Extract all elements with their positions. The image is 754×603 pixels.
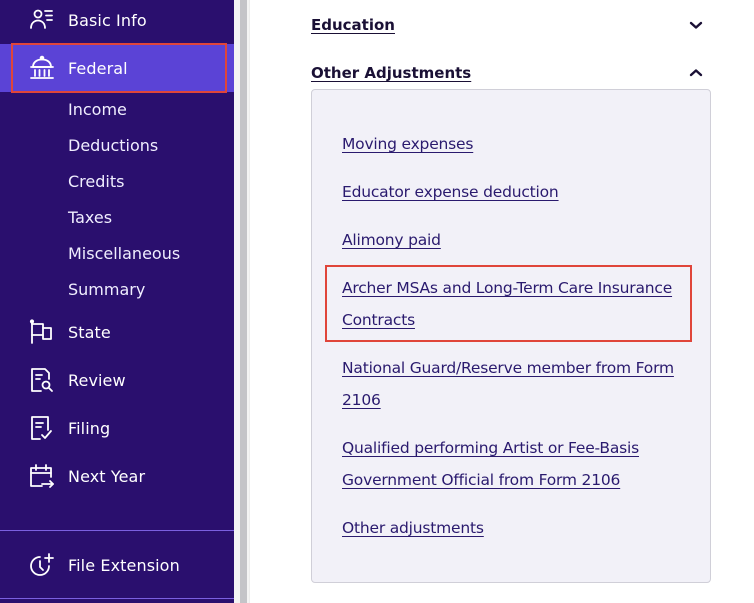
sidebar-item-label: Next Year <box>68 466 146 486</box>
sidebar-item-file-extension[interactable]: File Extension <box>0 541 234 589</box>
section-title: Other Adjustments <box>311 64 472 82</box>
capitol-building-icon <box>30 55 54 79</box>
link-other-adjustments[interactable]: Other adjustments <box>342 512 687 544</box>
sidebar-item-next-year[interactable]: Next Year <box>0 452 234 500</box>
sidebar-item-label: Filing <box>68 418 111 438</box>
sidebar-item-review[interactable]: Review <box>0 356 234 404</box>
section-header-education[interactable]: Education <box>311 10 706 40</box>
section-header-other-adjustments[interactable]: Other Adjustments <box>311 58 706 88</box>
link-archer-msas-ltc-insurance[interactable]: Archer MSAs and Long-Term Care Insurance… <box>342 272 687 336</box>
chevron-up-icon[interactable] <box>688 65 704 81</box>
document-search-icon <box>31 368 53 392</box>
sidebar-subitem-miscellaneous[interactable]: Miscellaneous <box>68 244 180 263</box>
link-moving-expenses[interactable]: Moving expenses <box>342 128 687 160</box>
scrollbar-thumb[interactable] <box>240 0 247 603</box>
sidebar-item-label: File Extension <box>68 555 180 575</box>
document-check-icon <box>31 416 52 440</box>
scrollbar-edge <box>249 0 250 603</box>
sidebar-subitem-taxes[interactable]: Taxes <box>68 208 112 227</box>
clock-plus-icon <box>30 553 54 576</box>
sidebar-item-label: State <box>68 322 111 342</box>
calendar-arrow-icon <box>30 464 54 488</box>
sidebar-item-state[interactable]: State <box>0 308 234 356</box>
sidebar-subitem-summary[interactable]: Summary <box>68 280 145 299</box>
link-educator-expense-deduction[interactable]: Educator expense deduction <box>342 176 687 208</box>
sidebar-divider <box>0 530 234 531</box>
sidebar-nav: Basic Info Federal Income Deductions Cre… <box>0 0 234 603</box>
flag-icon <box>29 319 52 344</box>
link-national-guard-reserve[interactable]: National Guard/Reserve member from Form … <box>342 352 687 416</box>
sidebar-subitem-credits[interactable]: Credits <box>68 172 124 191</box>
link-qualified-performing-artist[interactable]: Qualified performing Artist or Fee-Basis… <box>342 432 687 496</box>
sidebar-item-label: Basic Info <box>68 10 147 30</box>
sidebar-item-basic-info[interactable]: Basic Info <box>0 0 234 44</box>
sidebar-subitem-income[interactable]: Income <box>68 100 127 119</box>
link-alimony-paid[interactable]: Alimony paid <box>342 224 687 256</box>
sidebar-item-federal[interactable]: Federal <box>0 44 234 92</box>
other-adjustments-panel <box>311 89 711 583</box>
section-title: Education <box>311 16 395 34</box>
person-list-icon <box>30 9 53 29</box>
sidebar-subitem-deductions[interactable]: Deductions <box>68 136 158 155</box>
sidebar-item-filing[interactable]: Filing <box>0 404 234 452</box>
sidebar-divider <box>0 598 234 599</box>
sidebar-item-label: Federal <box>68 58 128 78</box>
chevron-down-icon[interactable] <box>688 17 704 33</box>
sidebar-item-label: Review <box>68 370 126 390</box>
